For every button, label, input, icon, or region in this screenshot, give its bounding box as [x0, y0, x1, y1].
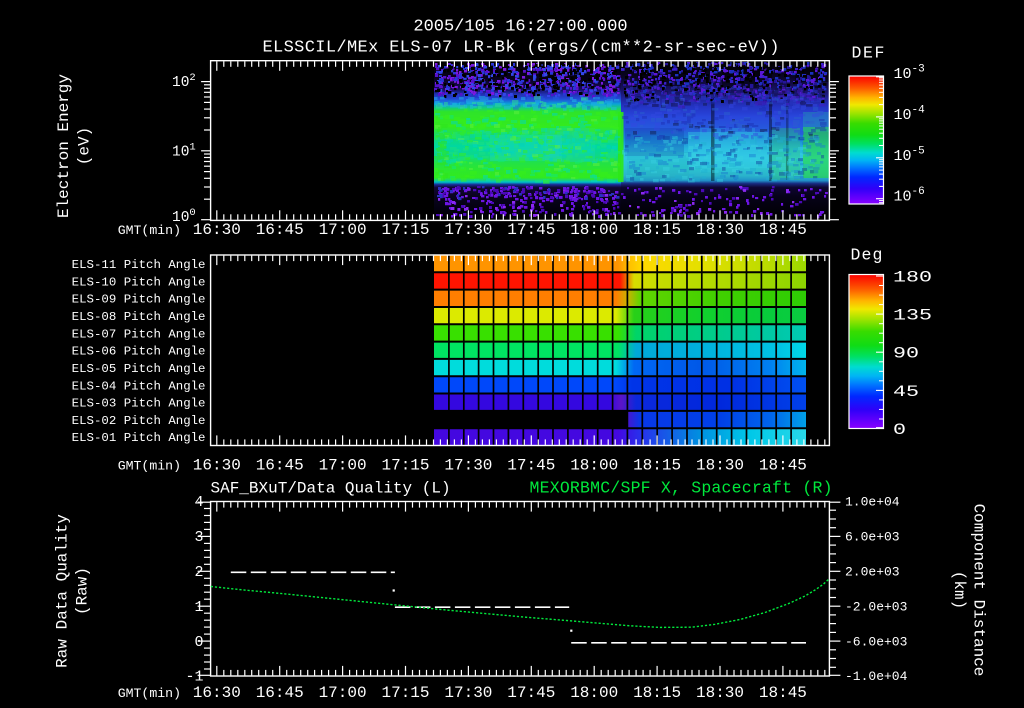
svg-text:(km): (km) — [950, 571, 968, 609]
svg-text:-2.0e+03: -2.0e+03 — [845, 599, 907, 614]
svg-text:3: 3 — [194, 529, 203, 546]
svg-text:-1: -1 — [185, 669, 203, 686]
svg-text:18:45: 18:45 — [759, 684, 807, 702]
svg-text:0: 0 — [893, 421, 906, 439]
svg-text:18:15: 18:15 — [633, 221, 681, 239]
svg-text:18:45: 18:45 — [759, 456, 807, 474]
svg-text:180: 180 — [893, 269, 932, 287]
svg-text:1: 1 — [194, 599, 203, 616]
svg-text:DEF: DEF — [852, 44, 887, 63]
svg-text:17:00: 17:00 — [319, 221, 367, 239]
svg-text:18:30: 18:30 — [696, 684, 744, 702]
svg-text:17:30: 17:30 — [444, 221, 492, 239]
svg-text:2.0e+03: 2.0e+03 — [845, 565, 900, 580]
svg-text:6.0e+03: 6.0e+03 — [845, 530, 900, 545]
svg-text:ELS-07 Pitch Angle: ELS-07 Pitch Angle — [72, 327, 206, 341]
svg-text:17:45: 17:45 — [507, 221, 555, 239]
svg-text:18:30: 18:30 — [696, 456, 744, 474]
svg-text:18:45: 18:45 — [759, 221, 807, 239]
svg-text:17:45: 17:45 — [507, 684, 555, 702]
svg-text:17:30: 17:30 — [444, 456, 492, 474]
svg-text:ELSSCIL/MEx ELS-07 LR-Bk (erg: ELSSCIL/MEx ELS-07 LR-Bk (ergs/(cm**2-sr… — [263, 39, 780, 58]
svg-text:Raw Data Quality: Raw Data Quality — [54, 514, 72, 668]
svg-text:18:15: 18:15 — [633, 684, 681, 702]
svg-text:MEXORBMC/SPF X, Spacecraft (R): MEXORBMC/SPF X, Spacecraft (R) — [530, 479, 833, 498]
svg-text:17:15: 17:15 — [381, 684, 429, 702]
svg-text:ELS-11 Pitch Angle: ELS-11 Pitch Angle — [72, 258, 206, 272]
svg-text:ELS-04 Pitch Angle: ELS-04 Pitch Angle — [72, 379, 206, 393]
svg-text:ELS-03 Pitch Angle: ELS-03 Pitch Angle — [72, 397, 206, 411]
svg-text:ELS-02 Pitch Angle: ELS-02 Pitch Angle — [72, 414, 206, 428]
svg-text:SAF_BXuT/Data Quality (L): SAF_BXuT/Data Quality (L) — [211, 480, 451, 498]
svg-text:2005/105 16:27:00.000: 2005/105 16:27:00.000 — [413, 18, 627, 37]
svg-text:GMT(min): GMT(min) — [118, 458, 181, 473]
svg-text:16:30: 16:30 — [193, 221, 241, 239]
svg-text:17:00: 17:00 — [319, 684, 367, 702]
svg-text:1.0e+04: 1.0e+04 — [845, 495, 900, 510]
svg-text:2: 2 — [194, 564, 203, 581]
svg-text:17:00: 17:00 — [319, 456, 367, 474]
svg-text:90: 90 — [893, 345, 919, 363]
svg-text:-6.0e+03: -6.0e+03 — [845, 634, 907, 649]
svg-text:16:30: 16:30 — [193, 456, 241, 474]
svg-text:ELS-08 Pitch Angle: ELS-08 Pitch Angle — [72, 310, 206, 324]
svg-text:Component Distance: Component Distance — [970, 504, 988, 677]
svg-text:17:15: 17:15 — [381, 221, 429, 239]
svg-text:45: 45 — [893, 383, 919, 401]
svg-text:(Raw): (Raw) — [74, 567, 92, 615]
svg-text:4: 4 — [194, 494, 203, 511]
svg-text:18:00: 18:00 — [570, 221, 618, 239]
svg-text:Electron Energy: Electron Energy — [55, 74, 73, 218]
svg-text:17:15: 17:15 — [381, 456, 429, 474]
svg-text:135: 135 — [893, 307, 932, 325]
svg-text:17:30: 17:30 — [444, 684, 492, 702]
svg-text:ELS-01 Pitch Angle: ELS-01 Pitch Angle — [72, 431, 206, 445]
svg-text:(eV): (eV) — [76, 127, 94, 165]
svg-text:ELS-05 Pitch Angle: ELS-05 Pitch Angle — [72, 362, 206, 376]
svg-text:ELS-06 Pitch Angle: ELS-06 Pitch Angle — [72, 345, 206, 359]
svg-text:16:30: 16:30 — [193, 684, 241, 702]
svg-text:18:00: 18:00 — [570, 684, 618, 702]
svg-text:18:15: 18:15 — [633, 456, 681, 474]
svg-text:16:45: 16:45 — [256, 684, 304, 702]
svg-text:18:00: 18:00 — [570, 456, 618, 474]
svg-text:ELS-09 Pitch Angle: ELS-09 Pitch Angle — [72, 293, 206, 307]
svg-text:16:45: 16:45 — [256, 456, 304, 474]
svg-text:-1.0e+04: -1.0e+04 — [845, 669, 908, 684]
svg-text:16:45: 16:45 — [256, 221, 304, 239]
svg-text:Deg: Deg — [851, 246, 884, 265]
svg-text:0: 0 — [194, 634, 203, 651]
svg-text:18:30: 18:30 — [696, 221, 744, 239]
svg-text:GMT(min): GMT(min) — [118, 686, 181, 701]
svg-text:17:45: 17:45 — [507, 456, 555, 474]
svg-text:ELS-10 Pitch Angle: ELS-10 Pitch Angle — [72, 275, 206, 289]
